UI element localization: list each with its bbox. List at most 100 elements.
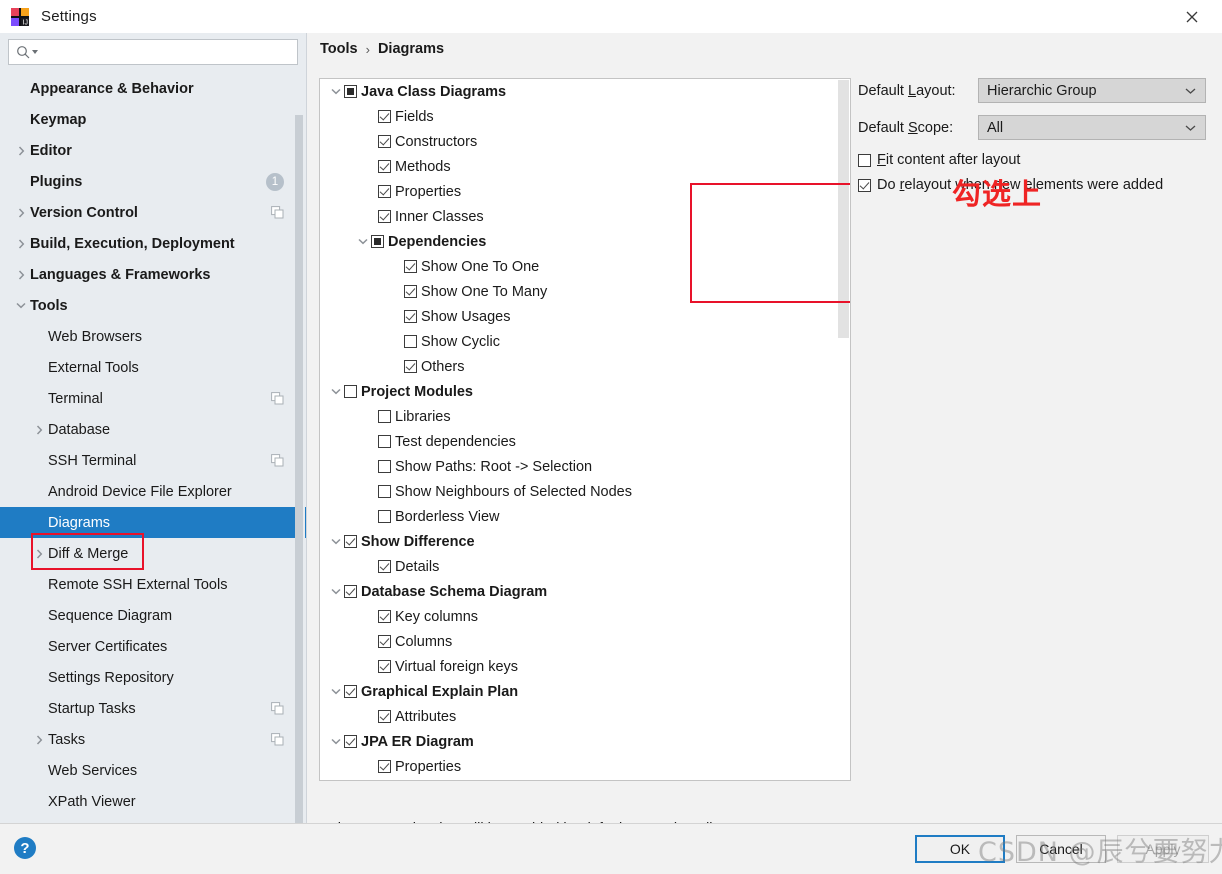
chevron-right-icon[interactable] <box>12 269 30 280</box>
chevron-down-icon[interactable] <box>355 238 371 245</box>
tree-checkbox-checked[interactable] <box>378 135 391 148</box>
sidebar-scrollbar-track[interactable] <box>295 73 305 840</box>
tree-checkbox-unchecked[interactable] <box>378 510 391 523</box>
tree-checkbox-unchecked[interactable] <box>378 410 391 423</box>
fit-content-after-layout-checkbox[interactable]: Fit content after layout <box>858 152 1218 168</box>
tree-row[interactable]: Show Difference <box>320 529 850 554</box>
tree-row[interactable]: Show Cyclic <box>320 329 850 354</box>
chevron-down-icon[interactable] <box>328 538 344 545</box>
checkbox-checked[interactable] <box>858 178 871 192</box>
chevron-down-icon[interactable] <box>328 588 344 595</box>
sidebar-item-build-execution-deployment[interactable]: Build, Execution, Deployment <box>0 228 306 259</box>
tree-row[interactable]: Show Usages <box>320 304 850 329</box>
sidebar-scrollbar-thumb[interactable] <box>295 115 303 840</box>
tree-row[interactable]: Details <box>320 554 850 579</box>
tree-row[interactable]: Properties <box>320 179 850 204</box>
tree-checkbox-checked[interactable] <box>404 260 417 273</box>
default-scope-select[interactable]: All <box>978 115 1206 140</box>
sidebar-item-external-tools[interactable]: External Tools <box>0 352 306 383</box>
sidebar-item-sequence-diagram[interactable]: Sequence Diagram <box>0 600 306 631</box>
close-icon[interactable] <box>1162 0 1222 33</box>
sidebar-item-terminal[interactable]: Terminal <box>0 383 306 414</box>
tree-checkbox-checked[interactable] <box>378 660 391 673</box>
sidebar-item-tools[interactable]: Tools <box>0 290 306 321</box>
tree-checkbox-checked[interactable] <box>378 710 391 723</box>
tree-row[interactable]: Constructors <box>320 129 850 154</box>
tree-row[interactable]: Test dependencies <box>320 429 850 454</box>
tree-checkbox-checked[interactable] <box>404 310 417 323</box>
sidebar-item-web-services[interactable]: Web Services <box>0 755 306 786</box>
chevron-down-icon[interactable] <box>328 738 344 745</box>
tree-row[interactable]: Java Class Diagrams <box>320 79 850 104</box>
breadcrumb-root[interactable]: Tools <box>320 41 358 57</box>
sidebar-item-android-device-file-explorer[interactable]: Android Device File Explorer <box>0 476 306 507</box>
chevron-right-icon[interactable] <box>12 207 30 218</box>
tree-checkbox-checked[interactable] <box>344 735 357 748</box>
tree-scrollbar-track[interactable] <box>837 79 850 780</box>
tree-row[interactable]: JPA ER Diagram <box>320 729 850 754</box>
sidebar-item-editor[interactable]: Editor <box>0 135 306 166</box>
apply-button[interactable]: Apply <box>1117 835 1209 863</box>
chevron-right-icon[interactable] <box>12 145 30 156</box>
tree-checkbox-checked[interactable] <box>378 610 391 623</box>
sidebar-item-version-control[interactable]: Version Control <box>0 197 306 228</box>
tree-row[interactable]: Graphical Explain Plan <box>320 679 850 704</box>
tree-checkbox-checked[interactable] <box>404 360 417 373</box>
sidebar-item-xpath-viewer[interactable]: XPath Viewer <box>0 786 306 817</box>
tree-row[interactable]: Show One To One <box>320 254 850 279</box>
sidebar-item-startup-tasks[interactable]: Startup Tasks <box>0 693 306 724</box>
tree-row[interactable]: Show One To Many <box>320 279 850 304</box>
sidebar-item-settings-repository[interactable]: Settings Repository <box>0 662 306 693</box>
sidebar-item-database[interactable]: Database <box>0 414 306 445</box>
settings-nav-tree[interactable]: Appearance & Behavior Keymap Editor Plugins… <box>0 73 306 821</box>
sidebar-item-web-browsers[interactable]: Web Browsers <box>0 321 306 352</box>
tree-checkbox-unchecked[interactable] <box>378 485 391 498</box>
tree-row[interactable]: Borderless View <box>320 504 850 529</box>
sidebar-item-diff-merge[interactable]: Diff & Merge <box>0 538 306 569</box>
tree-checkbox-checked[interactable] <box>378 760 391 773</box>
chevron-right-icon[interactable] <box>30 734 48 745</box>
sidebar-item-keymap[interactable]: Keymap <box>0 104 306 135</box>
tree-checkbox-unchecked[interactable] <box>344 385 357 398</box>
sidebar-item-languages-frameworks[interactable]: Languages & Frameworks <box>0 259 306 290</box>
sidebar-item-tasks[interactable]: Tasks <box>0 724 306 755</box>
tree-row[interactable]: Columns <box>320 629 850 654</box>
ok-button[interactable]: OK <box>915 835 1005 863</box>
chevron-down-icon[interactable] <box>12 302 30 309</box>
tree-checkbox-unchecked[interactable] <box>378 435 391 448</box>
sidebar-item-plugins[interactable]: Plugins 1 <box>0 166 306 197</box>
sidebar-item-ssh-terminal[interactable]: SSH Terminal <box>0 445 306 476</box>
tree-row[interactable]: Virtual foreign keys <box>320 654 850 679</box>
search-field[interactable] <box>8 39 298 65</box>
cancel-button[interactable]: Cancel <box>1016 835 1106 863</box>
tree-checkbox-checked[interactable] <box>378 635 391 648</box>
chevron-down-icon[interactable] <box>328 88 344 95</box>
chevron-right-icon[interactable] <box>12 238 30 249</box>
checkbox-unchecked[interactable] <box>858 153 871 167</box>
tree-row[interactable]: Dependencies <box>320 229 850 254</box>
chevron-right-icon[interactable] <box>30 424 48 435</box>
tree-checkbox-checked[interactable] <box>344 685 357 698</box>
tree-row[interactable]: Libraries <box>320 404 850 429</box>
tree-checkbox-checked[interactable] <box>404 285 417 298</box>
tree-row[interactable]: Project Modules <box>320 379 850 404</box>
sidebar-item-server-certificates[interactable]: Server Certificates <box>0 631 306 662</box>
tree-row[interactable]: Attributes <box>320 704 850 729</box>
caret-down-icon[interactable] <box>32 49 39 56</box>
tree-checkbox-partial[interactable] <box>344 85 357 98</box>
sidebar-item-appearance-behavior[interactable]: Appearance & Behavior <box>0 73 306 104</box>
sidebar-item-remote-ssh-external-tools[interactable]: Remote SSH External Tools <box>0 569 306 600</box>
chevron-down-icon[interactable] <box>328 688 344 695</box>
tree-checkbox-unchecked[interactable] <box>378 460 391 473</box>
tree-row[interactable]: Inner Classes <box>320 204 850 229</box>
help-icon[interactable]: ? <box>14 837 36 859</box>
tree-checkbox-checked[interactable] <box>378 160 391 173</box>
chevron-down-icon[interactable] <box>328 388 344 395</box>
tree-checkbox-unchecked[interactable] <box>404 335 417 348</box>
tree-row[interactable]: Properties <box>320 754 850 779</box>
tree-checkbox-partial[interactable] <box>371 235 384 248</box>
tree-checkbox-checked[interactable] <box>378 560 391 573</box>
tree-row[interactable]: Database Schema Diagram <box>320 579 850 604</box>
tree-checkbox-checked[interactable] <box>378 185 391 198</box>
tree-row[interactable]: Show Neighbours of Selected Nodes <box>320 479 850 504</box>
